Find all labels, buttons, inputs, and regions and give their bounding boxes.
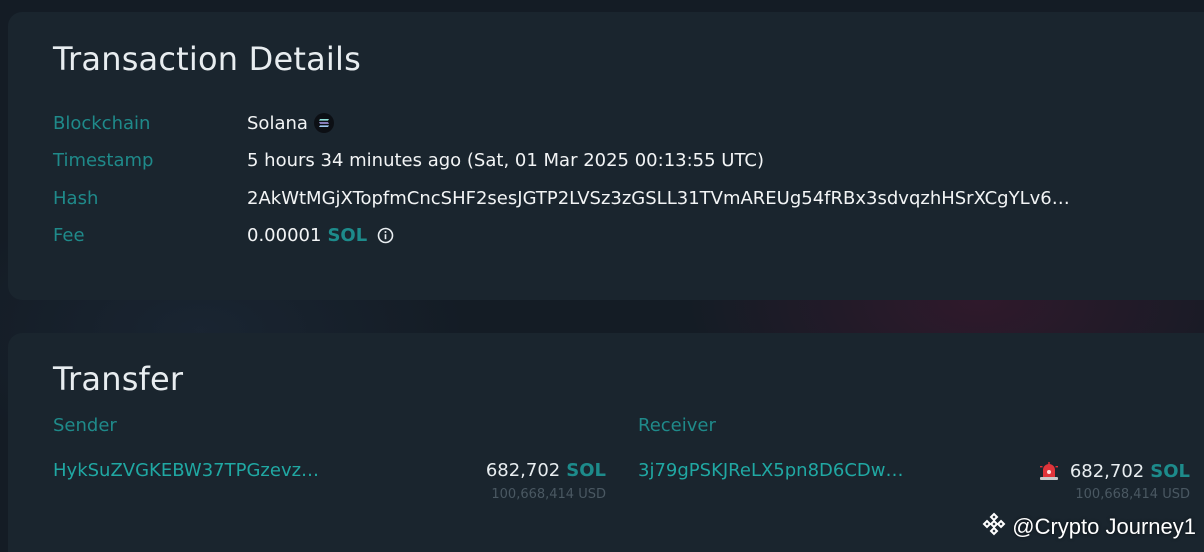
sender-address-link[interactable]: HykSuZVGKEBW37TPGzevz… xyxy=(53,460,319,481)
watermark-text: @Crypto Journey1 xyxy=(1012,514,1196,539)
blockchain-value: Solana xyxy=(247,113,334,134)
sender-amount-token: SOL xyxy=(566,460,606,481)
transaction-details-title: Transaction Details xyxy=(53,40,361,78)
sender-amount-value: 682,702 xyxy=(485,460,561,481)
fee-value: 0.00001 SOL xyxy=(247,225,394,246)
receiver-amount: 682,702 SOL xyxy=(1038,460,1190,482)
watermark: @Crypto Journey1 xyxy=(982,512,1196,542)
fee-token: SOL xyxy=(327,224,368,246)
info-icon[interactable] xyxy=(377,227,394,244)
fee-label: Fee xyxy=(53,224,85,246)
receiver-label: Receiver xyxy=(638,415,716,436)
page-background: Transaction Details Blockchain Solana Ti… xyxy=(0,0,1204,552)
blockchain-name: Solana xyxy=(247,112,308,134)
timestamp-row: Timestamp 5 hours 34 minutes ago (Sat, 0… xyxy=(53,148,764,172)
blockchain-row: Blockchain Solana xyxy=(53,111,334,135)
sender-usd-value: 100,668,414 USD xyxy=(491,487,606,502)
fee-row: Fee 0.00001 SOL xyxy=(53,223,394,247)
sender-amount: 682,702 SOL xyxy=(486,460,606,481)
hash-label: Hash xyxy=(53,187,99,209)
receiver-address-link[interactable]: 3j79gPSKJReLX5pn8D6CDw… xyxy=(638,460,904,481)
receiver-amount-value: 682,702 xyxy=(1069,460,1145,482)
fee-amount: 0.00001 xyxy=(247,224,322,246)
timestamp-value: 5 hours 34 minutes ago (Sat, 01 Mar 2025… xyxy=(247,149,764,171)
blockchain-label: Blockchain xyxy=(53,112,151,134)
transfer-title: Transfer xyxy=(53,360,184,398)
binance-logo-icon xyxy=(982,512,1006,542)
sender-label: Sender xyxy=(53,415,117,436)
alarm-icon xyxy=(1038,460,1060,482)
solana-icon xyxy=(313,113,334,133)
transaction-details-card: Transaction Details Blockchain Solana Ti… xyxy=(8,12,1204,300)
hash-link[interactable]: 2AkWtMGjXTopfmCncSHF2sesJGTP2LVSz3zGSLL3… xyxy=(247,188,1070,209)
timestamp-label: Timestamp xyxy=(53,149,154,171)
receiver-usd-value: 100,668,414 USD xyxy=(1075,487,1190,502)
receiver-amount-token: SOL xyxy=(1150,460,1190,482)
hash-row: Hash 2AkWtMGjXTopfmCncSHF2sesJGTP2LVSz3z… xyxy=(53,186,1070,210)
